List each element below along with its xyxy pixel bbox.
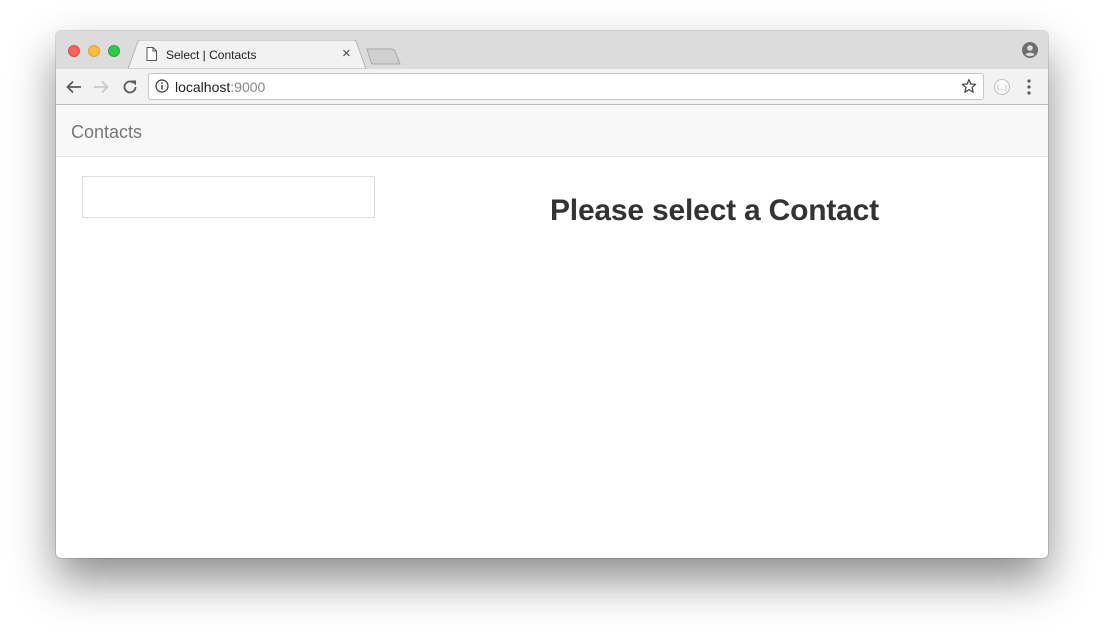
- bookmark-star-icon[interactable]: [961, 78, 977, 99]
- app-navbar: Contacts: [56, 105, 1048, 157]
- extension-icon[interactable]: {…}: [993, 78, 1011, 101]
- tab-title: Select | Contacts: [166, 48, 257, 62]
- contact-search-input[interactable]: [82, 176, 375, 218]
- tab-close-icon[interactable]: ×: [342, 45, 351, 62]
- url-text[interactable]: localhost:9000: [175, 79, 265, 95]
- title-bar: Select | Contacts ×: [56, 31, 1048, 69]
- browser-toolbar: localhost:9000 {…}: [56, 69, 1048, 105]
- tab-select-contacts[interactable]: Select | Contacts ×: [128, 40, 368, 69]
- info-icon[interactable]: [155, 79, 169, 98]
- profile-icon[interactable]: [1022, 42, 1038, 63]
- window-maximize-button[interactable]: [108, 45, 120, 57]
- page-icon: [146, 47, 157, 66]
- address-bar[interactable]: localhost:9000: [148, 73, 984, 100]
- new-tab-button[interactable]: [366, 48, 402, 70]
- window-minimize-button[interactable]: [88, 45, 100, 57]
- reload-icon[interactable]: [121, 78, 139, 96]
- forward-arrow-icon[interactable]: [92, 78, 110, 96]
- window-close-button[interactable]: [68, 45, 80, 57]
- empty-state-heading: Please select a Contact: [550, 194, 879, 227]
- svg-text:{…}: {…}: [997, 86, 1007, 92]
- url-port: :9000: [230, 79, 266, 95]
- browser-window: Select | Contacts × localhost:9000 {…} C…: [56, 31, 1048, 558]
- url-host: localhost: [175, 79, 231, 95]
- back-arrow-icon[interactable]: [65, 78, 83, 96]
- kebab-menu-icon[interactable]: [1026, 78, 1032, 101]
- navbar-brand[interactable]: Contacts: [71, 122, 142, 143]
